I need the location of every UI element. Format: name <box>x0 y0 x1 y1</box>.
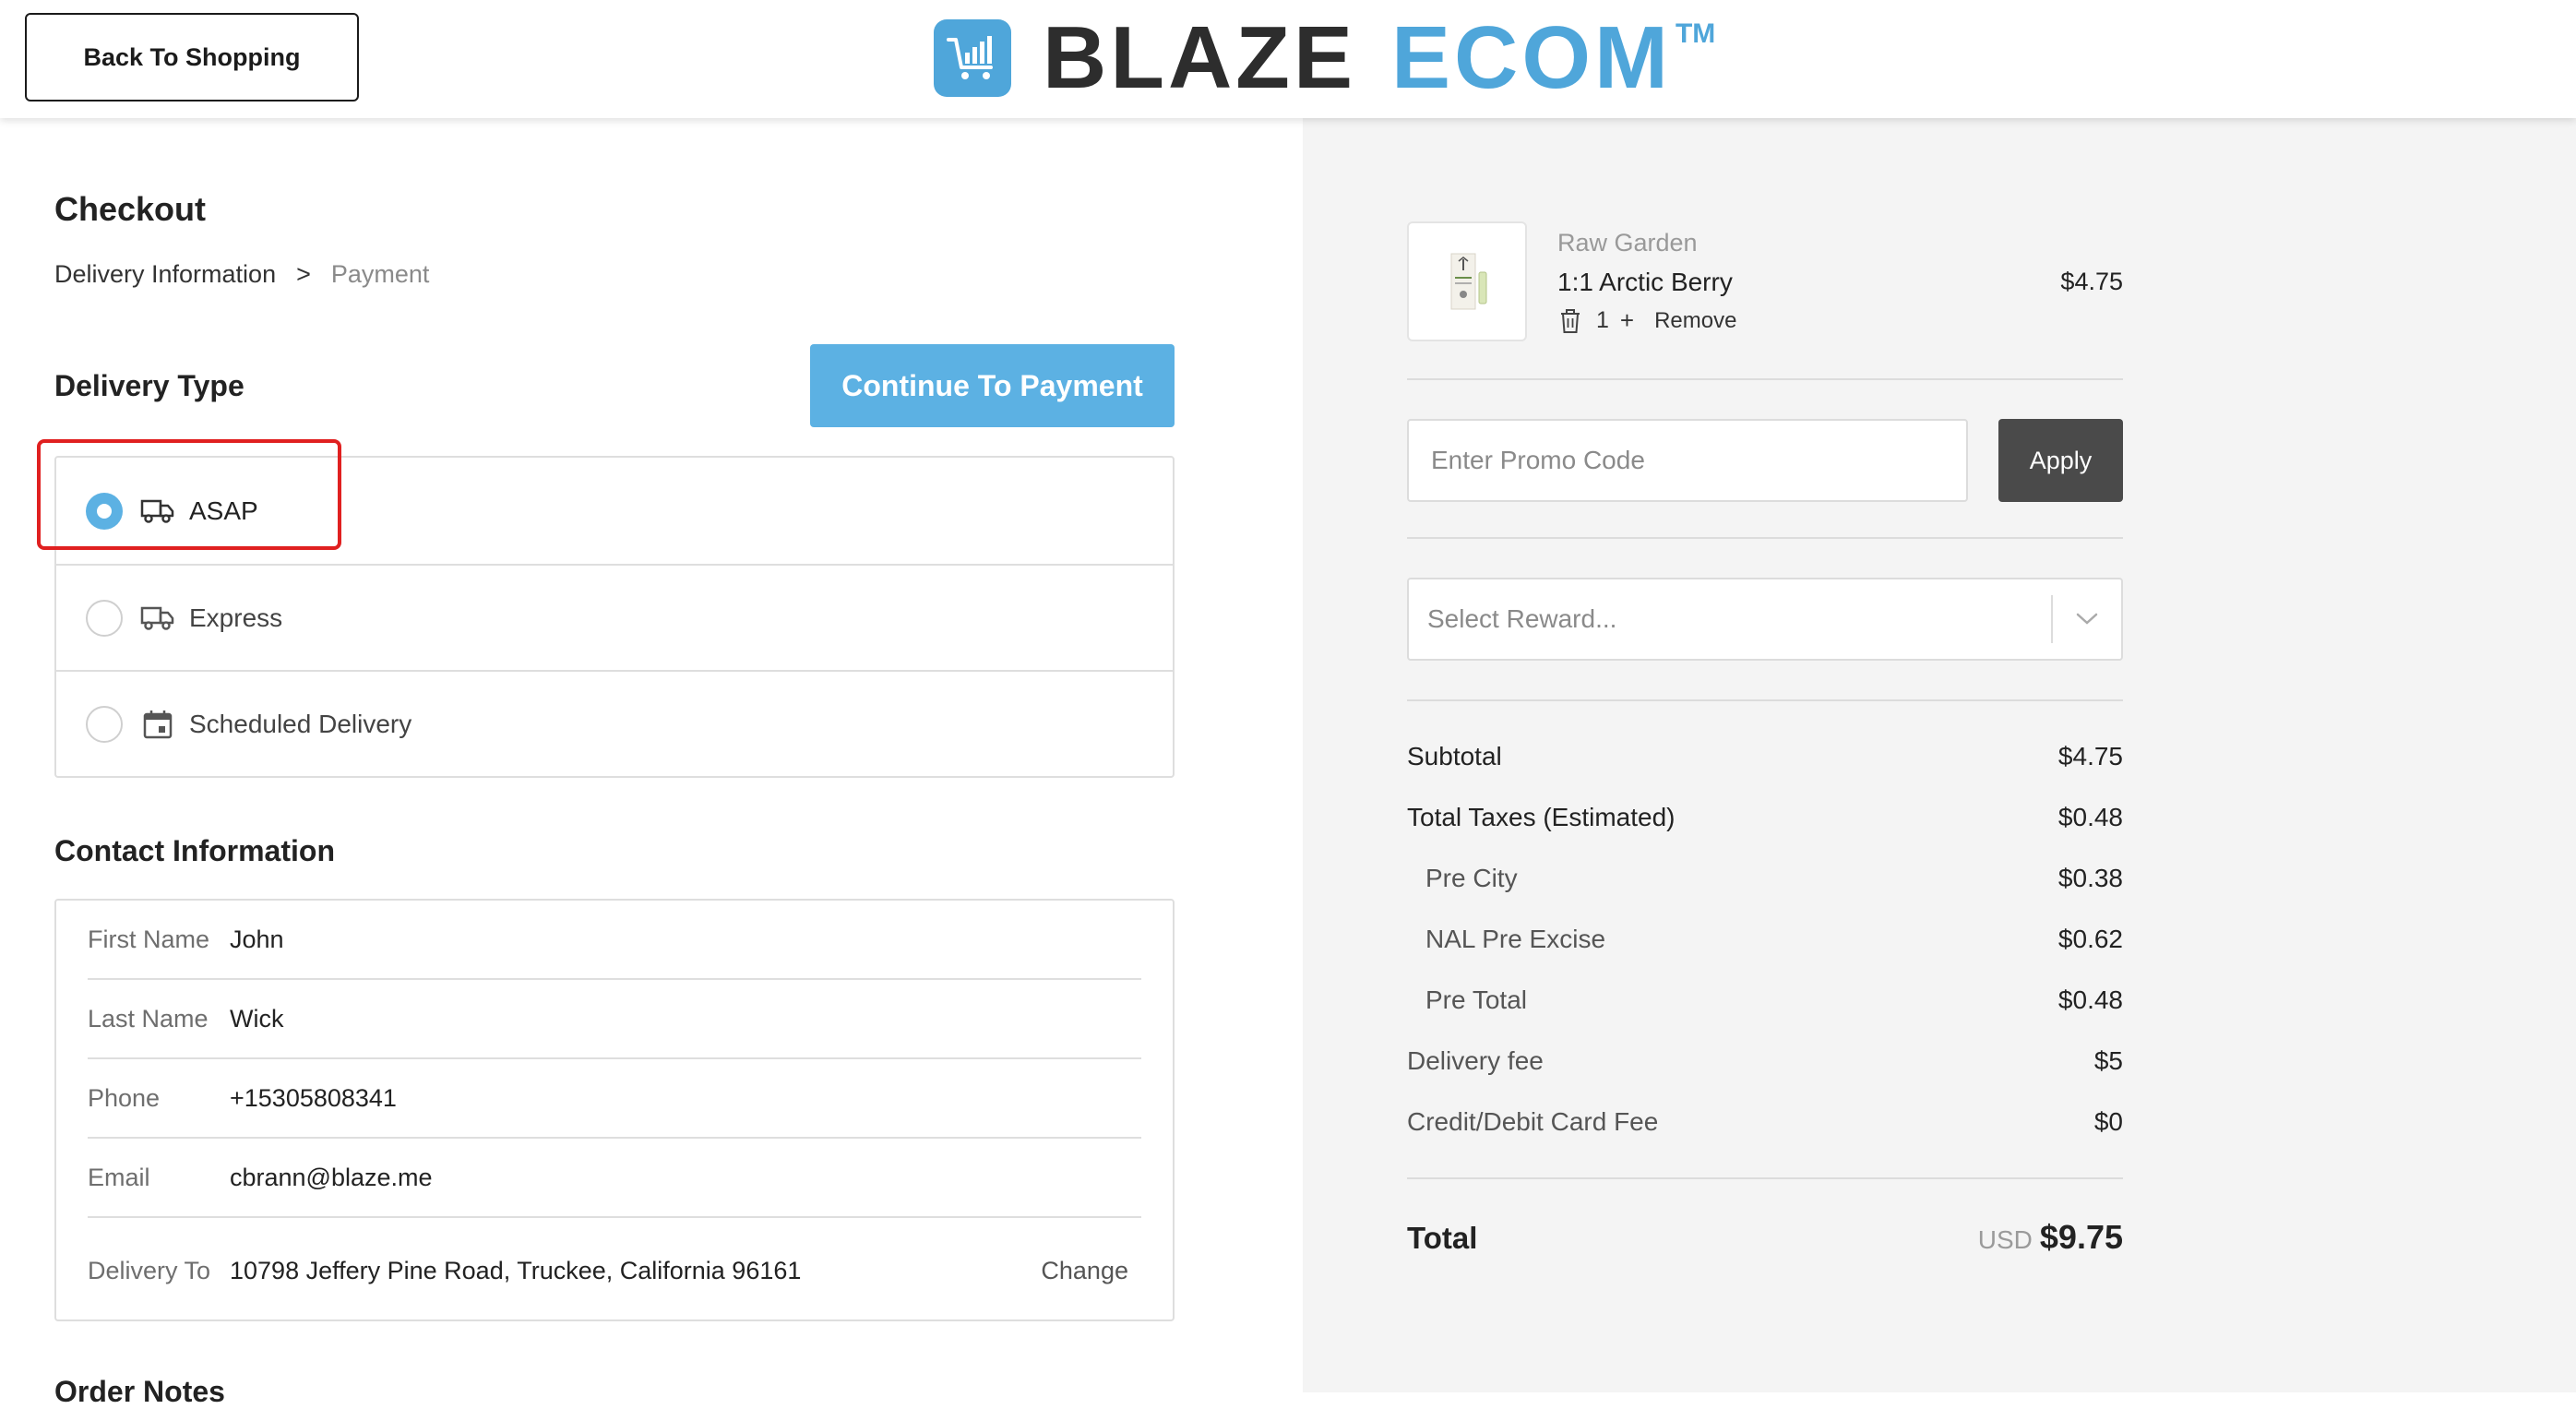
field-label: Email <box>88 1163 150 1191</box>
reward-placeholder: Select Reward... <box>1427 604 1617 633</box>
summary-value: $0.48 <box>2057 803 2123 831</box>
divider <box>1407 537 2123 539</box>
calendar-icon <box>139 706 176 743</box>
radio-express[interactable] <box>86 599 123 637</box>
summary-label: Credit/Debit Card Fee <box>1407 1107 1659 1136</box>
change-address-link[interactable]: Change <box>1041 1257 1128 1285</box>
continue-to-payment-button[interactable]: Continue To Payment <box>810 344 1175 427</box>
divider <box>1407 699 2123 701</box>
promo-code-input[interactable] <box>1407 419 1968 502</box>
summary-label: Subtotal <box>1407 742 1502 770</box>
increase-quantity-button[interactable]: + <box>1620 306 1634 335</box>
summary-value: $0.62 <box>2057 925 2123 953</box>
trash-icon[interactable] <box>1559 308 1583 334</box>
product-brand: Raw Garden <box>1557 229 1698 257</box>
summary-label: NAL Pre Excise <box>1425 925 1606 953</box>
field-label: Last Name <box>88 1004 209 1033</box>
summary-value: $0 <box>2093 1107 2123 1136</box>
truck-icon <box>139 493 176 530</box>
summary-taxes: Total Taxes (Estimated) $0.48 <box>1407 803 2123 832</box>
page-title: Checkout <box>54 190 207 228</box>
cart-chart-icon <box>934 19 1011 97</box>
product-name[interactable]: 1:1 Arctic Berry <box>1557 268 1733 297</box>
summary-value: $4.75 <box>2057 742 2123 770</box>
breadcrumb-separator: > <box>296 260 311 288</box>
delivery-type-options: ASAP Express Scheduled Delivery <box>54 456 1175 778</box>
summary-card-fee: Credit/Debit Card Fee $0 <box>1407 1107 2123 1137</box>
summary-nal-pre-excise: NAL Pre Excise $0.62 <box>1407 925 2123 954</box>
contact-row-email[interactable]: Email cbrann@blaze.me <box>88 1139 1141 1218</box>
order-total: Total USD $9.75 <box>1407 1218 2123 1257</box>
chevron-down-icon[interactable] <box>2053 612 2121 627</box>
field-label: Phone <box>88 1083 161 1112</box>
contact-row-phone[interactable]: Phone +15305808341 <box>88 1059 1141 1139</box>
truck-icon <box>139 600 176 637</box>
delivery-option-express[interactable]: Express <box>56 564 1173 670</box>
summary-pre-city: Pre City $0.38 <box>1407 864 2123 893</box>
phone-value[interactable]: +15305808341 <box>230 1084 1141 1113</box>
total-amount: USD $9.75 <box>1978 1218 2123 1257</box>
delivery-option-label: ASAP <box>189 496 258 525</box>
contact-row-first-name[interactable]: First Name John <box>88 901 1141 980</box>
breadcrumb: Delivery Information > Payment <box>54 260 429 289</box>
summary-delivery-fee: Delivery fee $5 <box>1407 1046 2123 1076</box>
summary-label: Pre Total <box>1425 985 1527 1014</box>
delivery-option-asap[interactable]: ASAP <box>56 458 1173 564</box>
total-value: $9.75 <box>2039 1218 2123 1256</box>
contact-information-heading: Contact Information <box>54 834 335 867</box>
first-name-value[interactable]: John <box>230 925 1141 954</box>
divider <box>1407 378 2123 380</box>
delivery-option-label: Express <box>189 603 283 632</box>
radio-asap[interactable] <box>86 492 123 530</box>
product-price: $4.75 <box>2060 268 2123 295</box>
brand-trademark: TM <box>1675 18 1716 49</box>
delivery-option-scheduled[interactable]: Scheduled Delivery <box>56 670 1173 776</box>
select-reward-dropdown[interactable]: Select Reward... <box>1407 578 2123 661</box>
contact-row-delivery-to: Delivery To 10798 Jeffery Pine Road, Tru… <box>88 1218 1141 1323</box>
total-currency: USD <box>1977 1225 2033 1254</box>
brand-word-ecom: ECOM <box>1390 8 1672 107</box>
delivery-address-value: 10798 Jeffery Pine Road, Truckee, Califo… <box>230 1256 802 1284</box>
apply-promo-button[interactable]: Apply <box>1998 419 2123 502</box>
summary-label: Pre City <box>1425 864 1518 892</box>
breadcrumb-payment[interactable]: Payment <box>331 260 430 289</box>
summary-value: $5 <box>2093 1046 2123 1075</box>
back-to-shopping-button[interactable]: Back To Shopping <box>25 13 359 101</box>
divider <box>1407 1177 2123 1179</box>
brand-logo[interactable]: BLAZE ECOM TM <box>934 8 1716 107</box>
summary-subtotal: Subtotal $4.75 <box>1407 742 2123 771</box>
top-header: Back To Shopping BLAZE ECOM TM <box>0 0 2576 118</box>
remove-item-link[interactable]: Remove <box>1654 308 1736 334</box>
contact-information-form: First Name John Last Name Wick Phone +15… <box>54 899 1175 1321</box>
contact-row-last-name[interactable]: Last Name Wick <box>88 980 1141 1059</box>
summary-value: $0.38 <box>2057 864 2123 892</box>
summary-label: Total Taxes (Estimated) <box>1407 803 1676 831</box>
product-image-icon <box>1450 253 1487 310</box>
summary-label: Delivery fee <box>1407 1046 1544 1075</box>
summary-pre-total: Pre Total $0.48 <box>1407 985 2123 1015</box>
delivery-type-heading: Delivery Type <box>54 369 244 402</box>
radio-scheduled[interactable] <box>86 705 123 743</box>
field-label: Delivery To <box>88 1256 211 1284</box>
field-label: First Name <box>88 925 210 953</box>
product-thumbnail[interactable] <box>1407 221 1527 341</box>
summary-value: $0.48 <box>2057 985 2123 1014</box>
total-label: Total <box>1407 1221 1478 1255</box>
breadcrumb-delivery-information[interactable]: Delivery Information <box>54 260 276 289</box>
email-value[interactable]: cbrann@blaze.me <box>230 1164 1141 1192</box>
delivery-option-label: Scheduled Delivery <box>189 709 412 738</box>
product-quantity-controls: 1 + Remove <box>1559 306 1736 335</box>
brand-word-blaze: BLAZE <box>1043 8 1356 107</box>
last-name-value[interactable]: Wick <box>230 1005 1141 1033</box>
quantity-value: 1 <box>1596 307 1609 333</box>
